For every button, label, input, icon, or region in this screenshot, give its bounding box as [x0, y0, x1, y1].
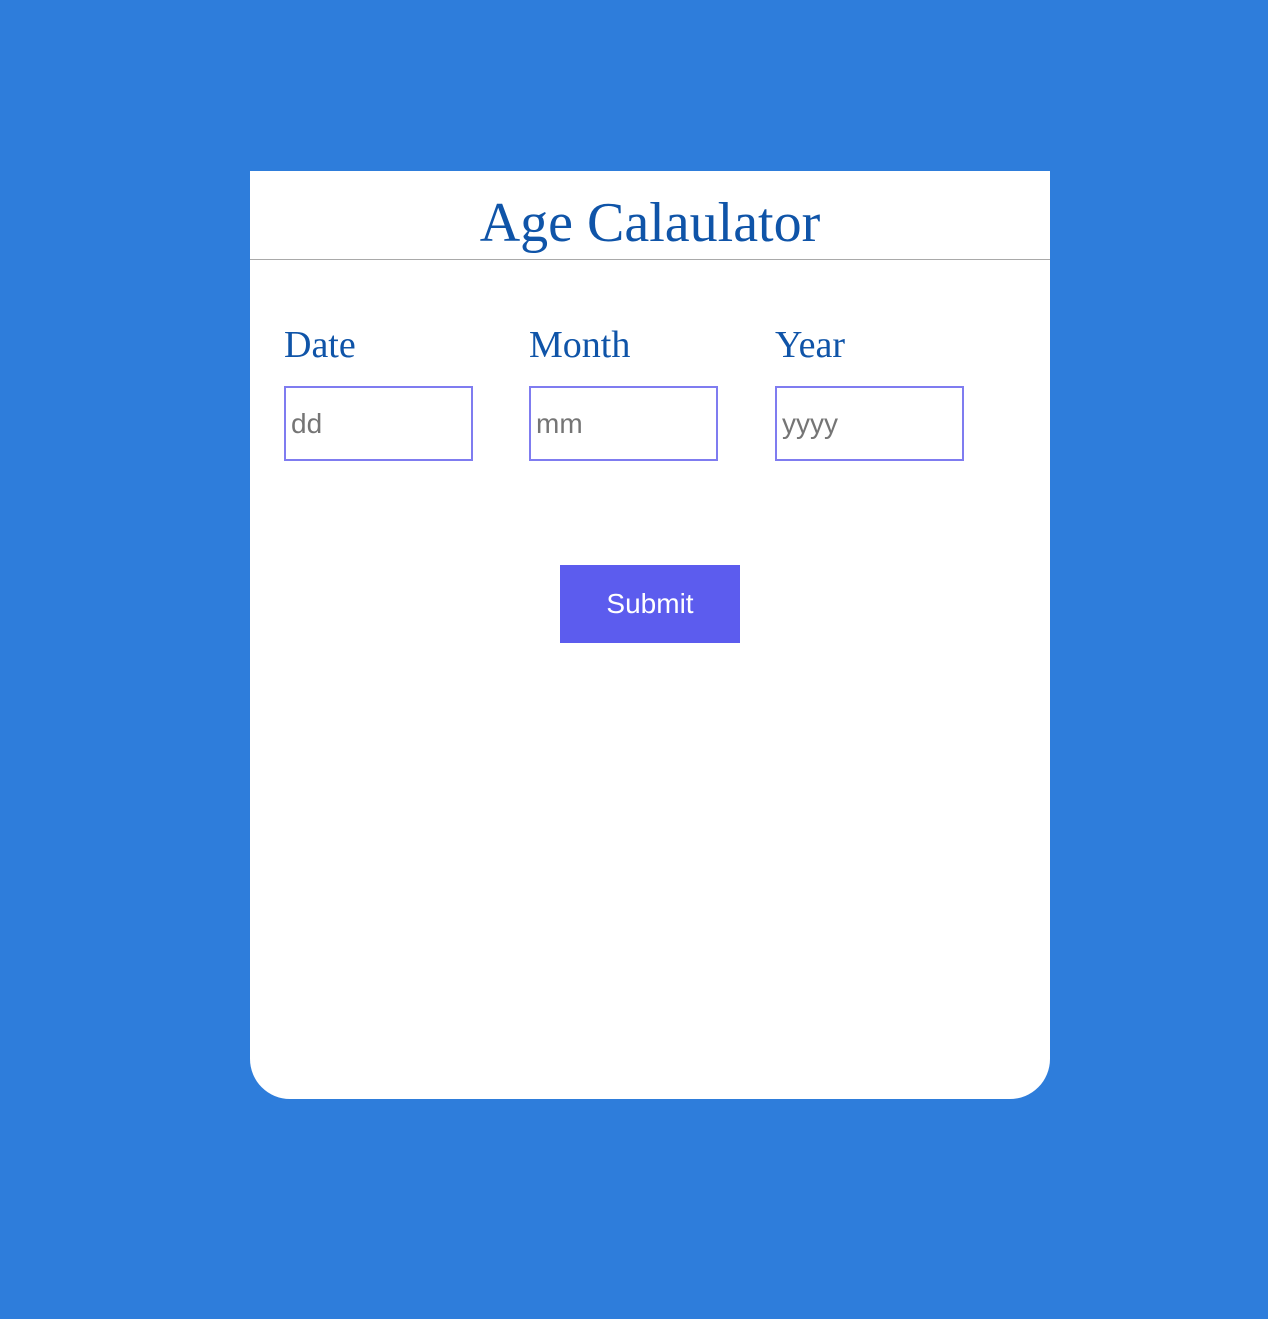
- year-input[interactable]: [775, 386, 964, 461]
- month-label: Month: [529, 324, 631, 366]
- date-input[interactable]: [284, 386, 473, 461]
- date-label: Date: [284, 324, 356, 366]
- date-field-group: Date: [284, 323, 474, 461]
- month-input[interactable]: [529, 386, 718, 461]
- year-label: Year: [775, 324, 846, 366]
- page-title: Age Calaulator: [250, 171, 1050, 260]
- month-field-group: Month: [529, 323, 719, 461]
- year-field-group: Year: [775, 323, 965, 461]
- submit-button[interactable]: Submit: [560, 565, 740, 643]
- age-calculator-card: Age Calaulator Date Month Year Submit: [250, 171, 1050, 1099]
